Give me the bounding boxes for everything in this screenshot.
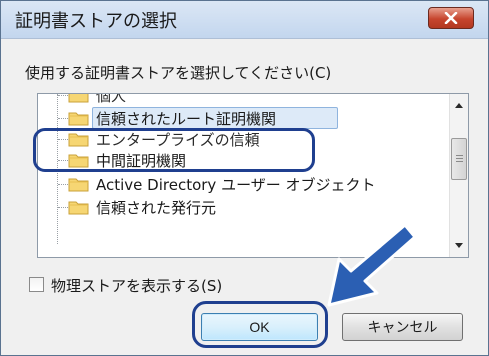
vertical-scrollbar[interactable] <box>449 94 468 257</box>
ok-button[interactable]: OK <box>201 313 318 341</box>
window-title: 証明書ストアの選択 <box>15 11 177 32</box>
tree-item-ad-user-object[interactable]: Active Directory ユーザー オブジェクト <box>38 173 438 195</box>
tree-item-intermediate-ca[interactable]: 中間証明機関 <box>38 149 438 171</box>
cancel-button[interactable]: キャンセル <box>342 313 463 341</box>
folder-icon <box>68 178 89 192</box>
instruction-text: 使用する証明書ストアを選択してください(C) <box>25 64 332 82</box>
scroll-up-icon <box>455 103 463 108</box>
tree-item-label: Active Directory ユーザー オブジェクト <box>96 176 376 194</box>
close-button[interactable] <box>428 7 474 29</box>
scroll-down-icon <box>455 243 463 248</box>
certificate-store-dialog: 証明書ストアの選択 使用する証明書ストアを選択してください(C) 個人 信頼され… <box>0 0 489 356</box>
folder-icon <box>68 112 89 126</box>
tree-item-enterprise-trust[interactable]: エンタープライズの信頼 <box>38 128 438 150</box>
show-physical-stores-checkbox[interactable] <box>29 277 44 292</box>
tree-item-label: 個人 <box>96 93 127 105</box>
scroll-up-button[interactable] <box>450 96 468 115</box>
folder-icon <box>68 154 89 168</box>
tree-item-label: 中間証明機関 <box>96 152 187 170</box>
tree-item-label: 信頼された発行元 <box>96 199 217 217</box>
folder-icon <box>68 201 89 215</box>
close-icon <box>444 12 458 24</box>
tree-item-label: 信頼されたルート証明機関 <box>96 110 277 128</box>
checkbox-label: 物理ストアを表示する(S) <box>51 277 223 295</box>
tree-item-label: エンタープライズの信頼 <box>96 131 260 149</box>
scroll-down-button[interactable] <box>450 236 468 255</box>
folder-icon <box>68 94 89 103</box>
tree-item-trusted-root[interactable]: 信頼されたルート証明機関 <box>38 107 438 129</box>
tree-item-personal[interactable]: 個人 <box>38 93 438 106</box>
title-bar[interactable]: 証明書ストアの選択 <box>1 1 488 39</box>
folder-icon <box>68 133 89 147</box>
scrollbar-thumb[interactable] <box>451 138 467 180</box>
pointer-arrow-icon <box>327 223 415 307</box>
tree-item-trusted-publishers[interactable]: 信頼された発行元 <box>38 196 438 218</box>
